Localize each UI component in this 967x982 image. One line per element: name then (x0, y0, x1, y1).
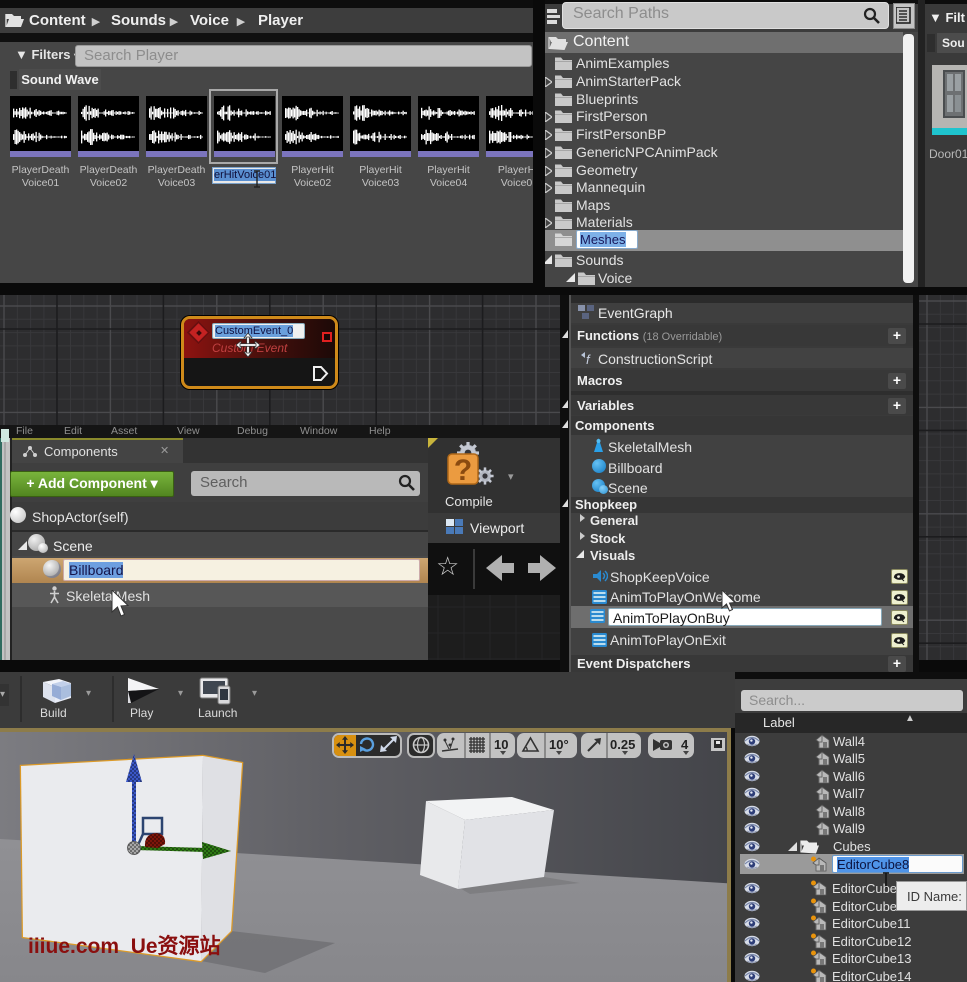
svg-text:?: ? (454, 454, 472, 487)
svg-text:f: f (586, 352, 591, 365)
svg-text:iiiue.com Ue资源站: iiiue.com Ue资源站 (28, 934, 221, 958)
